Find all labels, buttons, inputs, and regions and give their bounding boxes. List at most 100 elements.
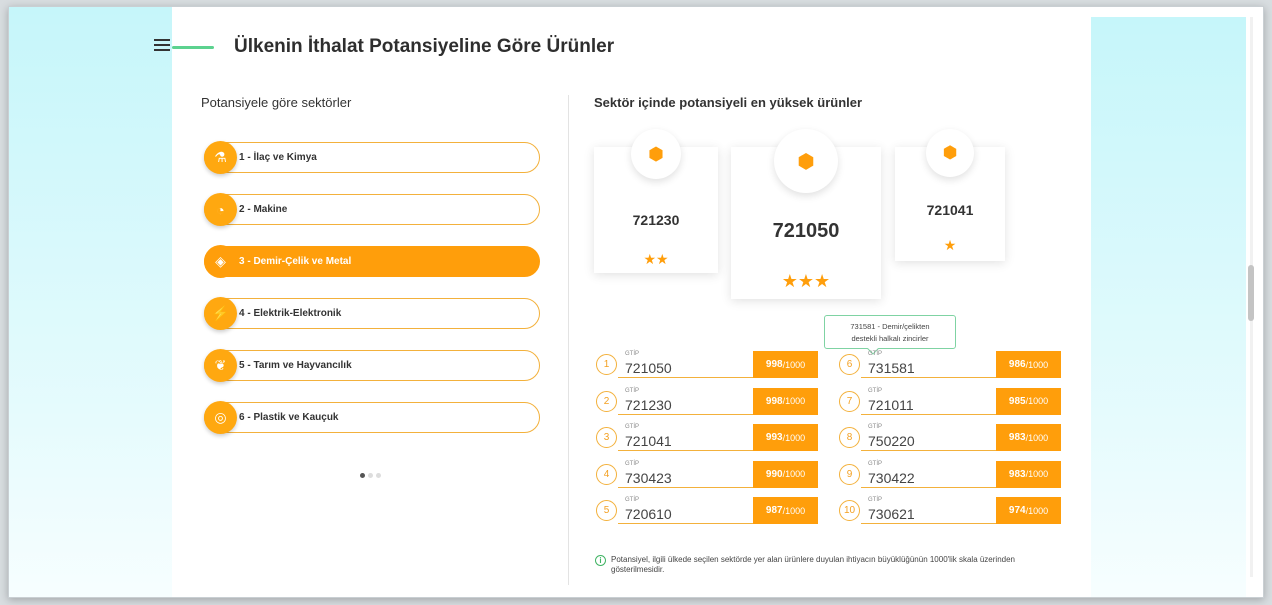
product-card[interactable]: ⬢ 721230 ★★ [594,129,718,273]
sector-label: 1 - İlaç ve Kimya [239,152,317,163]
speedometer-icon: ◔ [204,193,237,226]
sector-label: 6 - Plastik ve Kauçuk [239,412,339,423]
product-card[interactable]: ⬢ 721050 ★★★ [731,129,881,299]
score-badge: 974/1000 [996,497,1061,524]
gtip-code: 750220 [868,433,915,449]
ranking-row[interactable]: 3 GTİP 721041 993/1000 [596,424,822,452]
spiral-icon: ◎ [204,401,237,434]
rank-number: 1 [596,354,617,375]
ranking-row[interactable]: 8 GTİP 750220 983/1000 [839,424,1065,452]
ranking-row[interactable]: 10 GTİP 730621 974/1000 [839,497,1065,525]
score-suffix: /1000 [782,469,806,479]
score-badge: 998/1000 [753,351,818,378]
rank-number: 8 [839,427,860,448]
score-suffix: /1000 [1025,432,1049,443]
score-badge: 983/1000 [996,460,1061,488]
score-value: 983 [1008,468,1026,480]
ranking-row[interactable]: 7 GTİP 721011 985/1000 [839,387,1065,416]
ranking-row[interactable]: 9 GTİP 730422 983/1000 [839,460,1065,489]
flask-icon: ⚗ [204,141,237,174]
gtip-label: GTİP [868,351,883,357]
carousel-dot[interactable] [376,473,381,478]
score-value: 987 [765,505,783,516]
gtip-label: GTİP [625,424,640,430]
ranking-row[interactable]: 5 GTİP 720610 987/1000 [596,497,822,525]
box-icon: ⬢ [631,129,681,179]
sector-item[interactable]: ◈ 3 - Demir-Çelik ve Metal [204,245,540,278]
products-title: Sektör içinde potansiyeli en yüksek ürün… [594,95,863,110]
page-frame: Ülkenin İthalat Potansiyeline Göre Ürünl… [8,6,1264,598]
sector-item[interactable]: ⚗ 1 - İlaç ve Kimya [204,141,540,174]
gtip-code: 730621 [868,506,915,522]
score-suffix: /1000 [782,505,806,516]
sector-label: 2 - Makine [239,204,288,215]
score-suffix: /1000 [782,432,806,443]
box-icon: ⬢ [926,129,974,177]
rank-number: 6 [839,354,860,375]
rank-number: 10 [839,500,860,521]
carousel-dot[interactable] [360,473,365,478]
sector-label: 5 - Tarım ve Hayvancılık [239,360,352,371]
page-header: Ülkenin İthalat Potansiyeline Göre Ürünl… [154,29,754,65]
sector-item[interactable]: ⚡ 4 - Elektrik-Elektronik [204,297,540,330]
score-value: 998 [765,395,783,407]
gtip-label: GTİP [868,387,883,394]
score-suffix: /1000 [1025,505,1049,516]
gtip-code: 721230 [625,396,672,413]
score-value: 998 [765,359,783,370]
score-value: 985 [1008,395,1026,407]
score-suffix: /1000 [1025,396,1049,406]
score-value: 974 [1008,505,1026,516]
score-value: 993 [765,432,783,443]
info-note: i Potansiyel, ilgili ülkede seçilen sekt… [595,555,1065,575]
score-value: 990 [765,468,783,480]
info-text: Potansiyel, ilgili ülkede seçilen sektör… [611,555,1015,574]
rank-number: 5 [596,500,617,521]
product-card[interactable]: ⬢ 721041 ★ [895,129,1005,261]
rank-number: 3 [596,427,617,448]
ranking-row[interactable]: 1 GTİP 721050 998/1000 [596,351,822,379]
box-icon: ⬢ [774,129,838,193]
gtip-label: GTİP [625,351,640,357]
wheat-icon: ❦ [204,349,237,382]
sector-item[interactable]: ❦ 5 - Tarım ve Hayvancılık [204,349,540,382]
tooltip-line: 731581 - Demir/çelikten [850,322,930,331]
score-value: 986 [1008,359,1026,370]
score-badge: 993/1000 [753,424,818,451]
gtip-code: 721011 [868,396,914,413]
star-rating: ★★★ [781,271,831,291]
star-rating: ★★ [643,251,669,267]
carousel-dot[interactable] [368,473,373,478]
gtip-label: GTİP [868,497,883,503]
ranking-row[interactable]: 6 GTİP 731581 986/1000 [839,351,1065,379]
ranking-row[interactable]: 4 GTİP 730423 990/1000 [596,460,822,489]
column-divider [568,95,569,585]
sector-label: 3 - Demir-Çelik ve Metal [239,256,352,267]
sector-item[interactable]: ◔ 2 - Makine [204,193,540,226]
gtip-label: GTİP [868,424,883,430]
product-card-code: 721041 [926,202,974,218]
product-card-code: 721050 [772,220,840,242]
product-tooltip: 731581 - Demir/çelikten destekli halkalı… [824,315,956,349]
score-badge: 983/1000 [996,424,1061,451]
rank-number: 9 [839,463,860,485]
score-suffix: /1000 [1025,359,1049,370]
score-suffix: /1000 [1025,469,1049,479]
gtip-code: 730422 [868,469,915,486]
rank-number: 4 [596,463,617,485]
score-badge: 998/1000 [753,387,818,415]
scrollbar-thumb[interactable] [1248,265,1254,321]
tooltip-line: destekli halkalı zincirler [851,334,929,343]
plug-icon: ⚡ [204,297,237,330]
hamburger-menu-icon[interactable] [154,39,170,51]
score-value: 983 [1008,432,1026,443]
rank-number: 2 [596,390,617,412]
left-background [9,7,172,597]
score-badge: 985/1000 [996,387,1061,415]
sector-item[interactable]: ◎ 6 - Plastik ve Kauçuk [204,401,540,434]
ranking-row[interactable]: 2 GTİP 721230 998/1000 [596,387,822,416]
page-title: Ülkenin İthalat Potansiyeline Göre Ürünl… [234,36,615,57]
gtip-code: 721041 [625,433,672,449]
info-icon: i [595,555,606,566]
gtip-label: GTİP [625,387,640,394]
